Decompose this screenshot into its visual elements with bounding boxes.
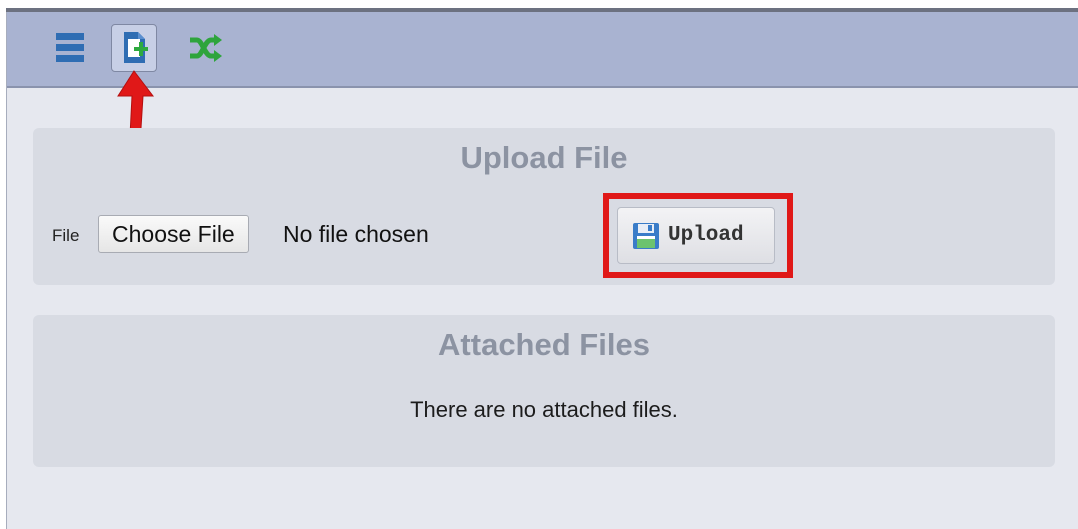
upload-button[interactable]: Upload — [617, 207, 775, 264]
file-label: File — [52, 226, 80, 245]
add-file-button[interactable] — [111, 24, 157, 72]
attached-files-title: Attached Files — [438, 327, 650, 362]
menu-button[interactable] — [47, 24, 93, 72]
upload-file-panel: Upload File File Choose File No file cho… — [33, 128, 1055, 285]
menu-icon — [56, 33, 84, 62]
upload-button-label: Upload — [668, 224, 744, 247]
shuffle-icon — [190, 34, 222, 62]
attached-files-panel: Attached Files There are no attached fil… — [33, 315, 1055, 467]
add-file-icon — [124, 32, 148, 63]
save-icon — [633, 222, 659, 249]
file-status-text: No file chosen — [283, 221, 429, 247]
shuffle-button[interactable] — [183, 24, 229, 72]
upload-file-title: Upload File — [460, 140, 628, 175]
toolbar — [7, 12, 1078, 88]
empty-attachments-message: There are no attached files. — [410, 397, 678, 422]
choose-file-button[interactable]: Choose File — [98, 215, 249, 253]
